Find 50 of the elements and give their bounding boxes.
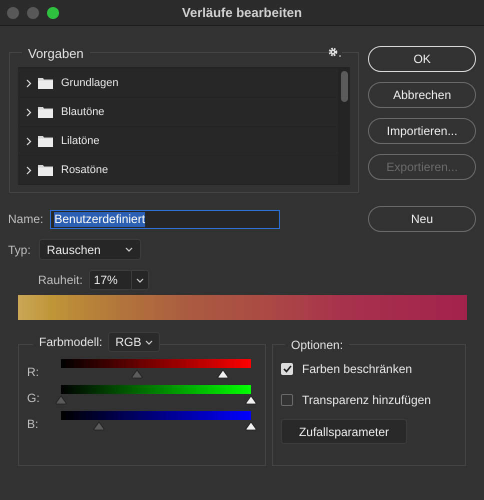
dialog-button[interactable]: OK (368, 46, 476, 72)
preset-folder-row[interactable]: Grundlagen (18, 69, 338, 97)
preset-folder-row[interactable]: Lilatöne (18, 127, 338, 155)
preset-folder-label: Blautöne (61, 104, 104, 120)
dialog-button[interactable]: Importieren... (368, 118, 476, 144)
channel-label: B: (27, 416, 40, 433)
new-button[interactable]: Neu (368, 206, 476, 232)
checkbox[interactable] (281, 363, 293, 375)
checkbox-label: Transparenz hinzufügen (302, 392, 431, 409)
slider-thumb[interactable] (245, 395, 257, 405)
type-label: Typ: (8, 242, 31, 258)
folder-icon (38, 77, 53, 89)
slider-thumb[interactable] (131, 369, 143, 379)
chevron-right-icon[interactable] (26, 136, 32, 146)
checkbox[interactable] (281, 394, 293, 406)
chevron-right-icon[interactable] (26, 108, 32, 116)
dialog-button[interactable]: Abbrechen (368, 82, 476, 108)
randomize-button[interactable]: Zufallsparameter (281, 419, 407, 444)
chevron-down-icon (136, 278, 144, 282)
preset-folder-label: Lilatöne (61, 134, 100, 149)
color-model-dropdown[interactable]: RGB (108, 332, 160, 352)
folder-icon (38, 106, 53, 118)
window-title: Verläufe bearbeiten (182, 4, 302, 22)
name-label: Name: (8, 211, 44, 228)
slider-thumb[interactable] (93, 421, 105, 431)
checkmark-icon (282, 365, 292, 373)
type-dropdown[interactable]: Rauschen (38, 239, 141, 260)
chevron-right-icon[interactable] (26, 166, 32, 174)
roughness-field[interactable]: 17% (88, 270, 149, 290)
preset-folder-row[interactable]: Blautöne (18, 98, 338, 126)
roughness-label: Rauheit: (38, 272, 83, 289)
zoom-window-icon[interactable] (47, 7, 59, 19)
channel-label: R: (27, 364, 40, 381)
scrollbar-thumb[interactable] (340, 71, 348, 102)
preset-folder-row[interactable]: Rosatöne (18, 156, 338, 184)
chevron-right-icon[interactable] (26, 78, 32, 88)
name-field[interactable]: Benutzerdefiniert (50, 210, 280, 228)
folder-icon (38, 164, 53, 176)
slider-thumb[interactable] (216, 369, 228, 379)
preset-folder-label: Rosatöne (61, 162, 108, 178)
roughness-value: 17% (92, 272, 119, 289)
chevron-down-icon (145, 340, 154, 344)
channel-label: G: (27, 390, 41, 407)
slider-thumb[interactable] (55, 395, 67, 405)
slider-thumb[interactable] (245, 421, 257, 431)
preset-folder-label: Grundlagen (61, 76, 118, 91)
name-field-value: Benutzerdefiniert (54, 212, 146, 226)
checkbox-label: Farben beschränken (302, 361, 412, 378)
chevron-down-icon (124, 247, 133, 252)
folder-icon (38, 135, 53, 147)
